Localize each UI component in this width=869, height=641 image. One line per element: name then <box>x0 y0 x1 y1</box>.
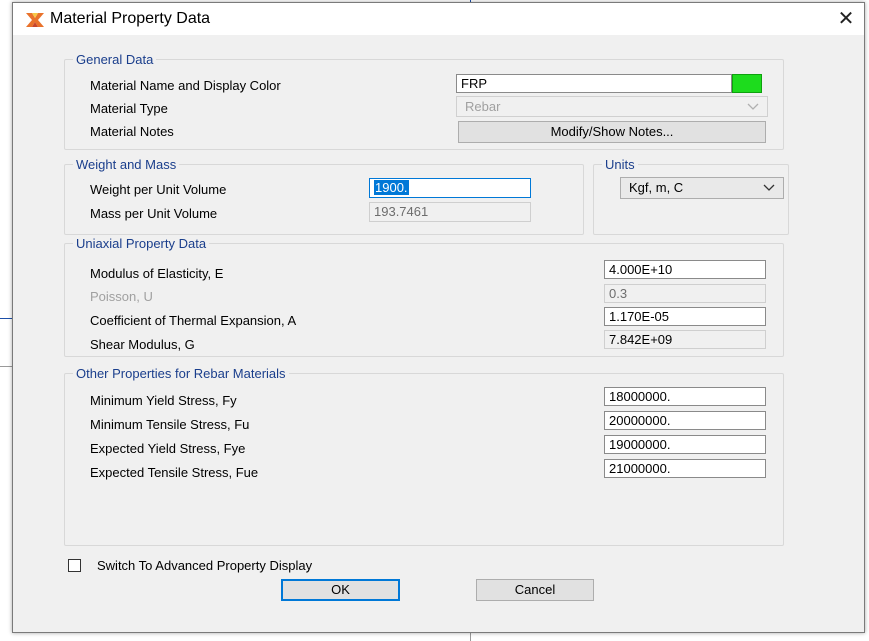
units-value: Kgf, m, C <box>629 180 684 195</box>
modulus-elasticity-label: Modulus of Elasticity, E <box>90 266 224 281</box>
weight-per-volume-field[interactable]: 1900. <box>369 178 531 198</box>
modify-show-notes-button[interactable]: Modify/Show Notes... <box>458 121 766 143</box>
rebar-properties-legend: Other Properties for Rebar Materials <box>76 366 286 381</box>
material-notes-label: Material Notes <box>90 124 174 139</box>
mass-per-volume-field: 193.7461 <box>369 202 531 222</box>
cancel-button[interactable]: Cancel <box>476 579 594 601</box>
min-yield-stress-field[interactable]: 18000000. <box>604 387 766 406</box>
weight-and-mass-legend: Weight and Mass <box>76 157 177 172</box>
units-select[interactable]: Kgf, m, C <box>620 177 784 199</box>
min-tensile-stress-field[interactable]: 20000000. <box>604 411 766 430</box>
thermal-expansion-label: Coefficient of Thermal Expansion, A <box>90 313 297 328</box>
thermal-expansion-field[interactable]: 1.170E-05 <box>604 307 766 326</box>
units-legend: Units <box>605 157 635 172</box>
shear-modulus-field: 7.842E+09 <box>604 330 766 349</box>
background-line-left-gray <box>0 366 12 367</box>
mass-per-volume-label: Mass per Unit Volume <box>90 206 218 221</box>
material-property-dialog: Material Property Data ✕ General Data Ma… <box>12 2 865 633</box>
window-title: Material Property Data <box>50 10 211 27</box>
material-type-value: Rebar <box>465 99 501 114</box>
expected-yield-stress-field[interactable]: 19000000. <box>604 435 766 454</box>
shear-modulus-label: Shear Modulus, G <box>90 337 195 352</box>
ok-button[interactable]: OK <box>281 579 400 601</box>
min-tensile-stress-label: Minimum Tensile Stress, Fu <box>90 417 250 432</box>
poisson-field: 0.3 <box>604 284 766 303</box>
min-yield-stress-label: Minimum Yield Stress, Fy <box>90 393 237 408</box>
chevron-down-icon <box>747 103 759 110</box>
advanced-display-label[interactable]: Switch To Advanced Property Display <box>97 558 312 573</box>
advanced-display-checkbox[interactable] <box>68 559 81 572</box>
uniaxial-property-legend: Uniaxial Property Data <box>76 236 207 251</box>
chevron-down-icon <box>763 184 775 191</box>
expected-yield-stress-label: Expected Yield Stress, Fye <box>90 441 246 456</box>
close-icon[interactable]: ✕ <box>832 7 860 31</box>
material-type-label: Material Type <box>90 101 168 116</box>
expected-tensile-stress-label: Expected Tensile Stress, Fue <box>90 465 259 480</box>
weight-per-volume-label: Weight per Unit Volume <box>90 182 227 197</box>
display-color-swatch[interactable] <box>732 74 762 93</box>
poisson-label: Poisson, U <box>90 289 153 304</box>
app-logo-icon <box>26 13 44 27</box>
modulus-elasticity-field[interactable]: 4.000E+10 <box>604 260 766 279</box>
material-name-field[interactable]: FRP <box>456 74 732 93</box>
weight-per-volume-value: 1900. <box>374 180 409 195</box>
expected-tensile-stress-field[interactable]: 21000000. <box>604 459 766 478</box>
background-line-left-blue <box>0 318 12 319</box>
material-name-label: Material Name and Display Color <box>90 78 281 93</box>
title-bar: Material Property Data ✕ <box>13 3 864 35</box>
material-type-select[interactable]: Rebar <box>456 96 768 117</box>
general-data-legend: General Data <box>76 52 154 67</box>
